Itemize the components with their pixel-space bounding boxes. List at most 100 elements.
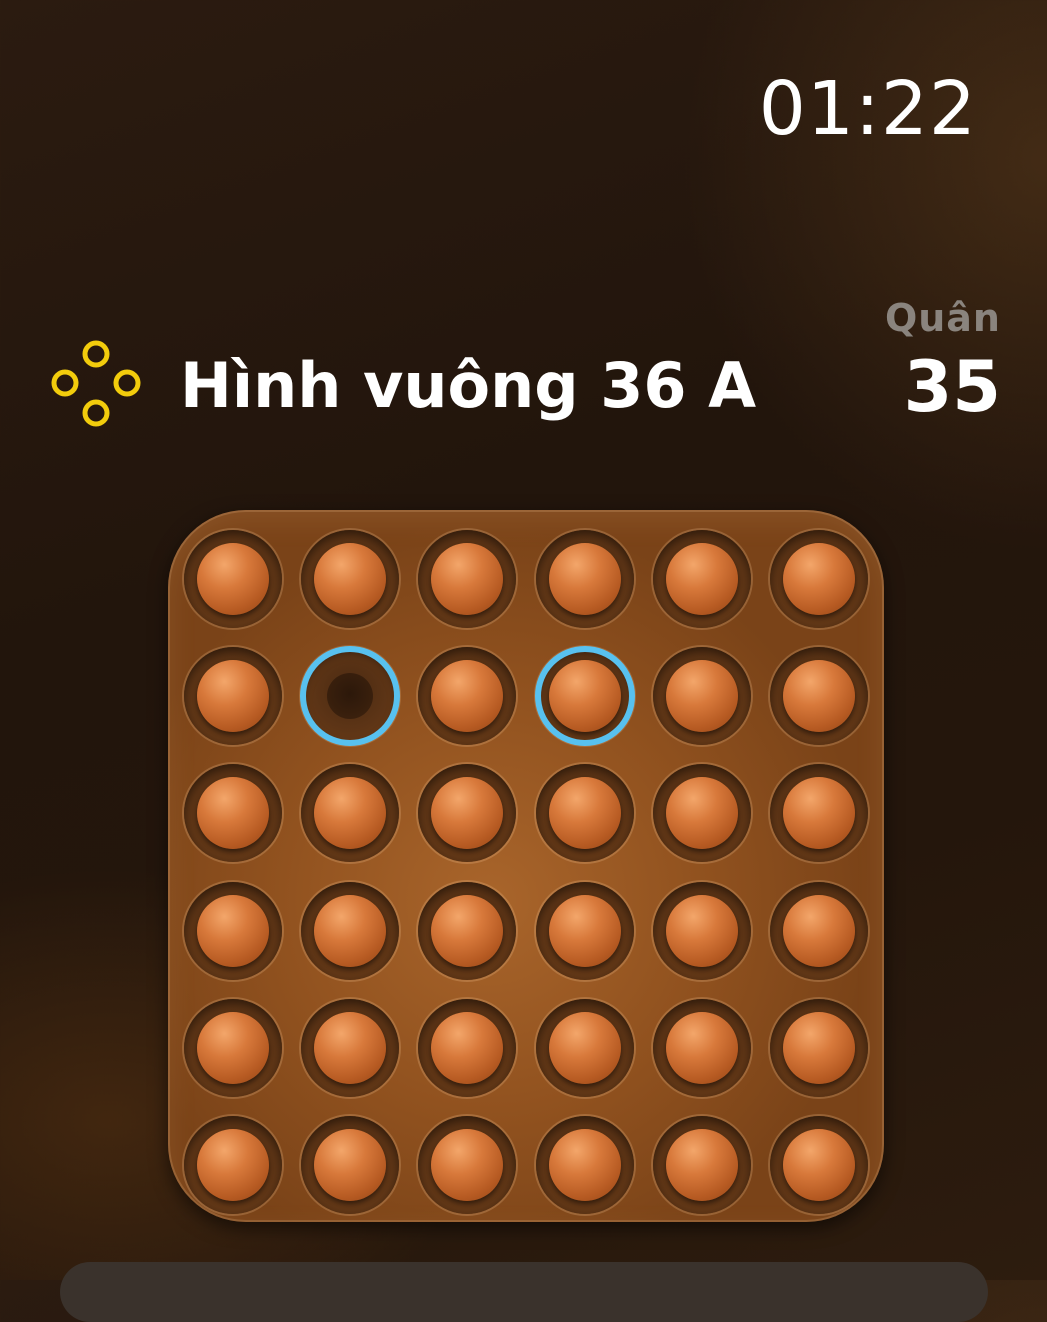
board-cell[interactable] (526, 872, 643, 989)
peg-hole (770, 529, 869, 628)
peg[interactable] (548, 777, 621, 850)
board-cell[interactable] (643, 872, 760, 989)
board-cell[interactable] (409, 755, 526, 872)
peg[interactable] (665, 1011, 738, 1084)
board-cell[interactable] (409, 1106, 526, 1223)
peg-hole (300, 646, 399, 745)
peg[interactable] (783, 542, 856, 615)
clock-time: 01:22 (758, 66, 977, 152)
board-cell[interactable] (291, 637, 408, 754)
board-cell[interactable] (409, 637, 526, 754)
peg[interactable] (665, 1129, 738, 1202)
peg-hole (535, 646, 634, 745)
peg[interactable] (431, 542, 504, 615)
board-cell[interactable] (291, 989, 408, 1106)
game-board (168, 510, 884, 1222)
peg[interactable] (196, 542, 269, 615)
peg-hole (418, 1116, 517, 1215)
peg-hole (652, 881, 751, 980)
board-cell[interactable] (174, 520, 291, 637)
puzzle-title: Hình vuông 36 A (180, 348, 757, 422)
peg-hole (652, 529, 751, 628)
peg[interactable] (196, 1129, 269, 1202)
board-cell[interactable] (409, 520, 526, 637)
peg[interactable] (548, 1129, 621, 1202)
board-cell[interactable] (291, 1106, 408, 1223)
board-cell[interactable] (643, 989, 760, 1106)
board-cell[interactable] (760, 1106, 877, 1223)
board-cell[interactable] (174, 989, 291, 1106)
board-cell[interactable] (526, 637, 643, 754)
peg-hole (535, 529, 634, 628)
peg[interactable] (665, 542, 738, 615)
peg[interactable] (196, 1011, 269, 1084)
peg[interactable] (431, 659, 504, 732)
peg[interactable] (431, 777, 504, 850)
peg[interactable] (783, 1011, 856, 1084)
empty-hole[interactable] (326, 672, 373, 719)
peg[interactable] (196, 777, 269, 850)
board-cell[interactable] (760, 989, 877, 1106)
board-cell[interactable] (291, 520, 408, 637)
board-cell[interactable] (526, 989, 643, 1106)
board-cell[interactable] (643, 755, 760, 872)
board-cell[interactable] (760, 872, 877, 989)
peg[interactable] (783, 777, 856, 850)
board-cell[interactable] (291, 755, 408, 872)
peg[interactable] (783, 659, 856, 732)
board-cell[interactable] (643, 1106, 760, 1223)
peg-hole (183, 764, 282, 863)
peg-hole (770, 764, 869, 863)
board-cell[interactable] (643, 637, 760, 754)
peg[interactable] (783, 1129, 856, 1202)
board-cell[interactable] (760, 637, 877, 754)
board-cell[interactable] (174, 755, 291, 872)
peg[interactable] (313, 777, 386, 850)
peg-hole (300, 881, 399, 980)
board-cell[interactable] (643, 520, 760, 637)
board-cell[interactable] (760, 755, 877, 872)
board-cell[interactable] (526, 520, 643, 637)
peg-hole (183, 646, 282, 745)
peg-hole (418, 881, 517, 980)
peg[interactable] (548, 659, 621, 732)
peg[interactable] (313, 1129, 386, 1202)
peg[interactable] (196, 894, 269, 967)
peg[interactable] (196, 659, 269, 732)
peg-hole (183, 529, 282, 628)
peg[interactable] (548, 542, 621, 615)
board-cell[interactable] (291, 872, 408, 989)
peg-hole (183, 1116, 282, 1215)
peg-counter-label: Quân (884, 296, 1001, 340)
peg-hole (300, 529, 399, 628)
board-cell[interactable] (409, 872, 526, 989)
peg-hole (418, 646, 517, 745)
peg-hole (770, 1116, 869, 1215)
board-cell[interactable] (526, 755, 643, 872)
board-cell[interactable] (174, 872, 291, 989)
peg[interactable] (431, 1129, 504, 1202)
board-cell[interactable] (760, 520, 877, 637)
board-cell[interactable] (526, 1106, 643, 1223)
peg[interactable] (783, 894, 856, 967)
peg-hole (535, 1116, 634, 1215)
peg-hole (652, 998, 751, 1097)
peg[interactable] (431, 894, 504, 967)
peg[interactable] (665, 777, 738, 850)
peg-hole (418, 529, 517, 628)
peg-hole (770, 998, 869, 1097)
board-cell[interactable] (409, 989, 526, 1106)
board-cell[interactable] (174, 1106, 291, 1223)
peg[interactable] (665, 894, 738, 967)
peg[interactable] (431, 1011, 504, 1084)
peg[interactable] (313, 894, 386, 967)
four-rings-icon (51, 340, 141, 427)
peg-hole (535, 881, 634, 980)
peg[interactable] (548, 894, 621, 967)
board-cell[interactable] (174, 637, 291, 754)
peg[interactable] (313, 1011, 386, 1084)
peg-counter: Quân 35 (885, 296, 1001, 422)
peg[interactable] (665, 659, 738, 732)
peg[interactable] (313, 542, 386, 615)
peg[interactable] (548, 1011, 621, 1084)
